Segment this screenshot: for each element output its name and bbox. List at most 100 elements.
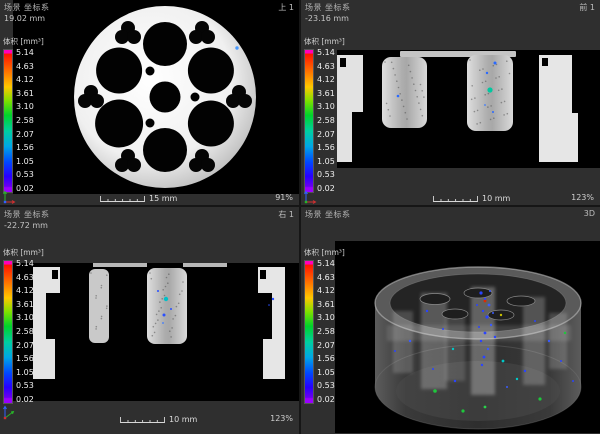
colorbar-gradient[interactable]: [304, 260, 314, 404]
colorbar-tick-value: 4.12: [16, 287, 34, 295]
colorbar-tick-value: 2.58: [16, 117, 34, 125]
colorbar-tick-value: 0.53: [16, 171, 34, 179]
colorbar-tick-values: 5.144.634.123.613.102.582.071.561.050.53…: [317, 49, 335, 193]
scale-bar-label: 10 mm: [169, 415, 197, 424]
colorbar-tick-value: 0.53: [317, 382, 335, 390]
colorbar-tick-value: 1.56: [16, 355, 34, 363]
defect-dot: [480, 340, 482, 342]
scene-coordinate-label: 场景 坐标系: [4, 209, 50, 220]
colorbar-tick-value: 4.12: [317, 287, 335, 295]
scene-coordinate-label: 场景 坐标系: [4, 2, 50, 13]
defect-dot: [409, 340, 411, 342]
defect-dot: [454, 380, 456, 382]
defect-dot: [485, 315, 488, 318]
colorbar-tick-value: 4.63: [317, 274, 335, 282]
scale-bar-ticks: [433, 195, 479, 203]
colorbar-tick-value: 3.61: [16, 301, 34, 309]
defect-dot: [442, 328, 444, 330]
defect-dot: [560, 360, 562, 362]
bore-column: [382, 57, 427, 128]
colorbar-tick-value: 3.61: [317, 90, 335, 98]
defect-dot: [461, 409, 464, 412]
defect-dot: [432, 368, 434, 370]
colorbar-gradient[interactable]: [3, 260, 13, 404]
colorbar-tick-value: 0.02: [317, 185, 335, 193]
zoom-percentage: 123%: [270, 414, 293, 423]
defect-dot: [235, 46, 238, 49]
defect-dot: [479, 291, 482, 294]
scale-bar-label: 15 mm: [149, 194, 177, 203]
scale-bar: 10 mm: [433, 194, 510, 203]
scale-bar-label: 10 mm: [482, 194, 510, 203]
colorbar-title: 体积 [mm³]: [3, 247, 44, 258]
colorbar-tick-value: 1.05: [317, 158, 335, 166]
colorbar-tick-value: 1.56: [317, 355, 335, 363]
colorbar-tick-value: 1.05: [16, 158, 34, 166]
scale-bar-ticks: [120, 416, 166, 424]
render-3d[interactable]: [335, 241, 600, 433]
viewport-front-slice[interactable]: 场景 坐标系 -23.16 mm 前 1 体积 [mm³] 5.144.634.…: [301, 0, 600, 205]
scene-coordinate-label: 场景 坐标系: [305, 2, 351, 13]
colorbar-tick-value: 2.07: [16, 342, 34, 350]
colorbar-tick-values: 5.144.634.123.613.102.582.071.561.050.53…: [16, 49, 34, 193]
colorbar-tick-value: 5.14: [16, 49, 34, 57]
colorbar-title: 体积 [mm³]: [3, 36, 44, 47]
colorbar-tick-value: 2.07: [317, 131, 335, 139]
defect-dot: [394, 350, 396, 352]
viewport-3d[interactable]: 场景 坐标系 3D 体积 [mm³] 5.144.634.123.613.102…: [301, 207, 600, 434]
volume-colorbar: 体积 [mm³] 5.144.634.123.613.102.582.071.5…: [3, 247, 44, 404]
colorbar-tick-value: 2.07: [16, 131, 34, 139]
defect-dot: [490, 324, 492, 326]
colorbar-tick-value: 0.02: [317, 396, 335, 404]
colorbar-tick-value: 1.56: [16, 144, 34, 152]
colorbar-gradient[interactable]: [3, 49, 13, 193]
defect-dot: [502, 360, 505, 363]
viewport-top-slice[interactable]: 场景 坐标系 19.02 mm 上 1 体积 [mm³] 5.144.634.1…: [0, 0, 299, 205]
defect-dot: [487, 348, 489, 350]
defect-dot: [482, 310, 484, 312]
colorbar-title: 体积 [mm³]: [304, 247, 345, 258]
defect-dot: [506, 386, 508, 388]
slice-image-front[interactable]: [337, 50, 600, 168]
colorbar-tick-value: 4.12: [16, 76, 34, 84]
slice-position-readout: -23.16 mm: [305, 14, 349, 23]
defect-dot: [534, 320, 536, 322]
colorbar-tick-value: 3.10: [317, 314, 335, 322]
colorbar-tick-value: 4.63: [16, 63, 34, 71]
viewport-right-slice[interactable]: 场景 坐标系 -22.72 mm 右 1 体积 [mm³] 5.144.634.…: [0, 207, 299, 434]
volume-colorbar: 体积 [mm³] 5.144.634.123.613.102.582.071.5…: [304, 247, 345, 404]
slice-position-readout: -22.72 mm: [4, 221, 48, 230]
defect-dot: [494, 336, 496, 338]
defect-dot: [484, 300, 487, 303]
view-name-label: 上 1: [278, 2, 294, 13]
zoom-percentage: 91%: [275, 193, 293, 202]
colorbar-tick-value: 0.53: [317, 171, 335, 179]
defect-dot: [481, 364, 483, 366]
slice-image-top[interactable]: [13, 0, 299, 194]
colorbar-tick-value: 4.63: [317, 63, 335, 71]
colorbar-tick-value: 2.58: [317, 328, 335, 336]
defect-dot: [564, 332, 566, 334]
ct-analysis-app: 场景 坐标系 19.02 mm 上 1 体积 [mm³] 5.144.634.1…: [0, 0, 600, 434]
colorbar-tick-value: 4.63: [16, 274, 34, 282]
colorbar-tick-value: 3.10: [317, 103, 335, 111]
top-plate: [183, 263, 227, 267]
colorbar-tick-value: 3.10: [16, 314, 34, 322]
defect-dot: [538, 397, 541, 400]
defect-dot: [476, 304, 478, 306]
defect-dot: [516, 378, 518, 380]
colorbar-tick-value: 0.02: [16, 185, 34, 193]
slice-image-right[interactable]: [13, 263, 299, 401]
colorbar-tick-value: 3.61: [317, 301, 335, 309]
colorbar-tick-value: 2.58: [16, 328, 34, 336]
scale-bar: 10 mm: [120, 415, 197, 424]
scale-bar-ticks: [100, 195, 146, 203]
view-name-label: 3D: [584, 209, 595, 218]
colorbar-tick-value: 3.61: [16, 90, 34, 98]
defect-dot: [483, 356, 486, 359]
ct-3d-volume: [335, 241, 600, 433]
defect-dot: [452, 348, 454, 350]
zoom-percentage: 123%: [571, 193, 594, 202]
ct-front-slice: [337, 50, 600, 168]
colorbar-gradient[interactable]: [304, 49, 314, 193]
